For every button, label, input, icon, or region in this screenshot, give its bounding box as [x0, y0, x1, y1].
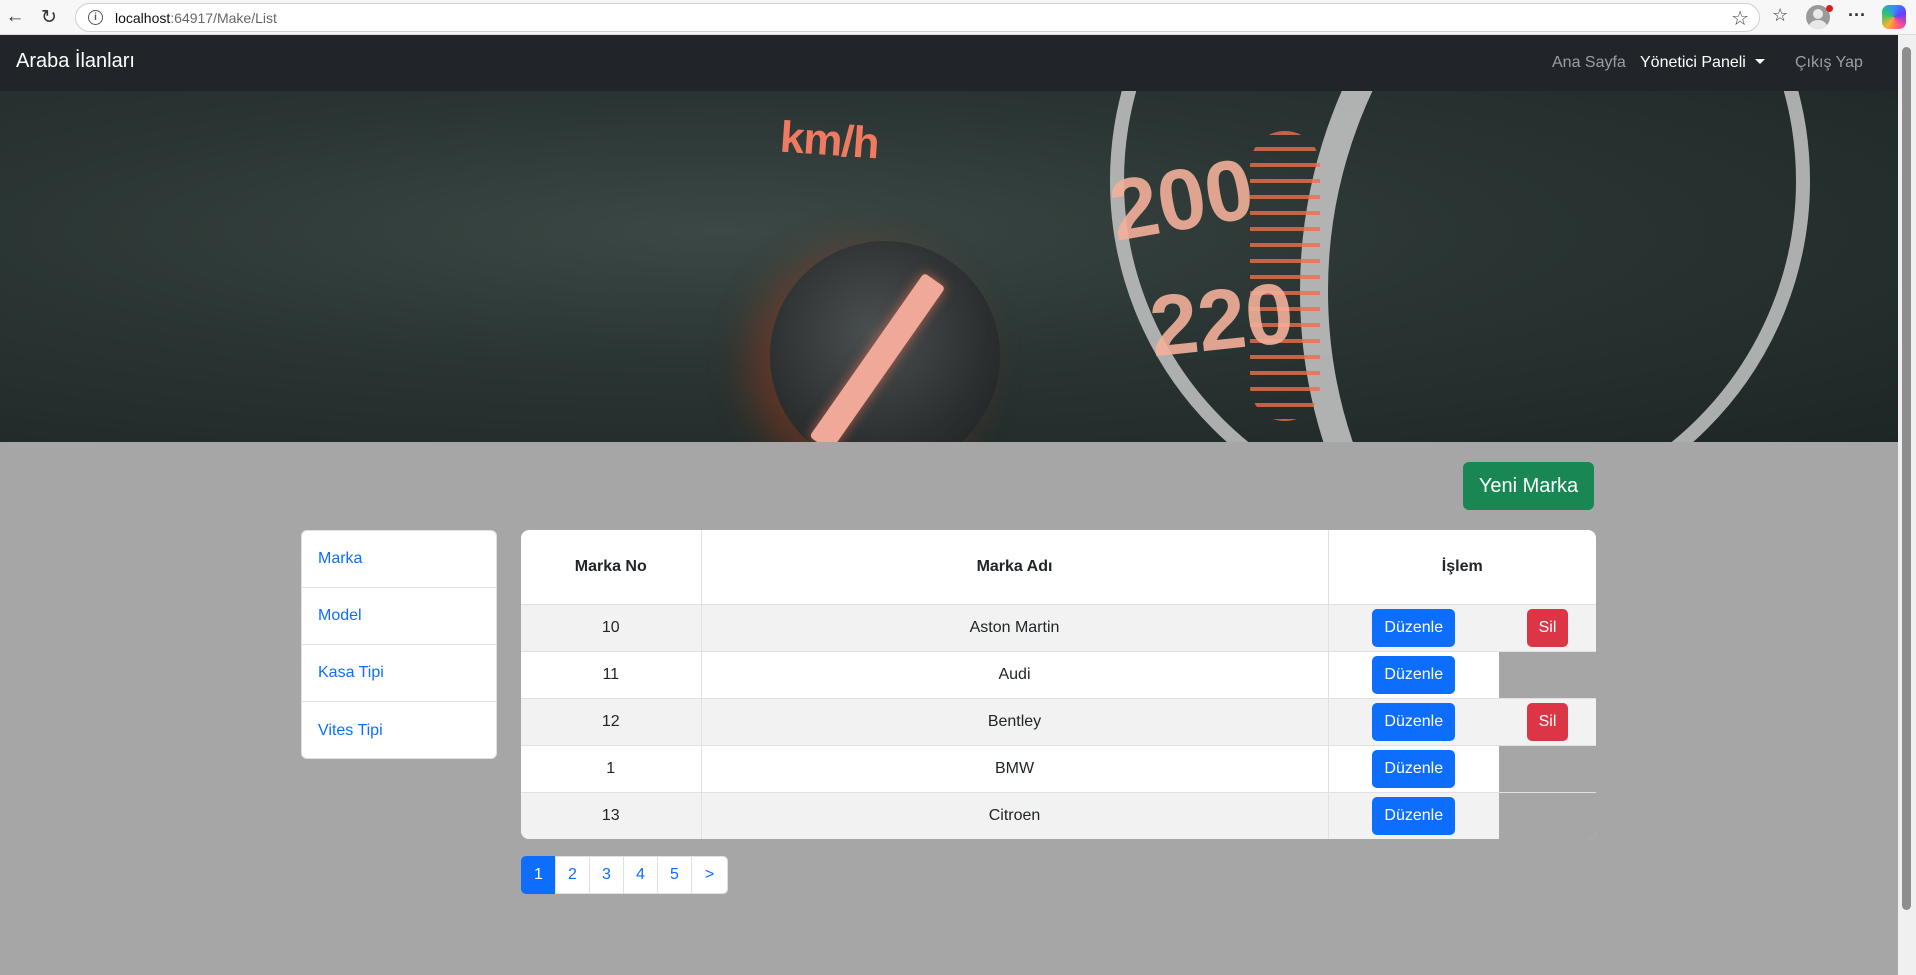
cell-make-no: 11	[521, 651, 702, 699]
table-row: 11 Audi Düzenle	[521, 651, 1596, 699]
cell-make-no: 12	[521, 698, 702, 746]
cell-make-no: 13	[521, 792, 702, 839]
cell-delete-empty	[1499, 792, 1596, 839]
cell-make-name: Aston Martin	[701, 604, 1329, 652]
page-link-next[interactable]: >	[691, 856, 728, 894]
page-link-4[interactable]: 4	[623, 856, 658, 894]
table-header-row: Marka No Marka Adı İşlem	[521, 530, 1596, 605]
cell-make-no: 10	[521, 604, 702, 652]
gauge-number-220: 220	[1145, 264, 1299, 376]
delete-button[interactable]: Sil	[1526, 702, 1569, 741]
browser-toolbar: ← ↻ i localhost:64917/Make/List ☆ ☆ ···	[0, 0, 1916, 35]
cell-make-name: Bentley	[701, 698, 1329, 746]
scrollbar-thumb[interactable]	[1902, 47, 1911, 910]
cell-delete: Sil	[1499, 604, 1596, 652]
admin-sidebar: Marka Model Kasa Tipi Vites Tipi	[301, 530, 497, 759]
cell-edit: Düzenle	[1328, 792, 1499, 839]
nav-admin-panel-label: Yönetici Paneli	[1640, 54, 1746, 71]
nav-admin-panel[interactable]: Yönetici Paneli	[1640, 54, 1765, 72]
header-make-name: Marka Adı	[701, 530, 1329, 605]
speed-unit-label: km/h	[778, 112, 881, 169]
sidebar-item-body-type[interactable]: Kasa Tipi	[302, 645, 496, 702]
dropdown-caret-icon	[1754, 59, 1765, 64]
notification-dot	[1826, 5, 1833, 12]
cell-edit: Düzenle	[1328, 745, 1499, 793]
edit-button[interactable]: Düzenle	[1372, 749, 1456, 788]
edit-button[interactable]: Düzenle	[1372, 608, 1456, 647]
page-link-5[interactable]: 5	[657, 856, 692, 894]
back-arrow-icon[interactable]: ←	[2, 4, 28, 30]
main-navbar: Araba İlanları Ana Sayfa Yönetici Paneli…	[0, 35, 1898, 91]
cell-make-name: BMW	[701, 745, 1329, 793]
sidebar-item-transmission-type[interactable]: Vites Tipi	[302, 702, 496, 758]
edit-button[interactable]: Düzenle	[1372, 702, 1456, 741]
cell-edit: Düzenle	[1328, 698, 1499, 746]
make-table: Marka No Marka Adı İşlem 10 Aston Martin…	[521, 530, 1596, 839]
url-host: localhost	[115, 9, 171, 26]
header-make-no: Marka No	[521, 530, 702, 605]
pagination: 1 2 3 4 5 >	[521, 856, 728, 894]
site-info-icon[interactable]: i	[88, 10, 103, 25]
new-make-button[interactable]: Yeni Marka	[1463, 462, 1594, 510]
cell-make-name: Audi	[701, 651, 1329, 699]
page-link-1[interactable]: 1	[521, 856, 556, 894]
favorite-star-icon[interactable]: ☆	[1731, 6, 1749, 31]
address-bar[interactable]: i localhost:64917/Make/List ☆	[75, 3, 1760, 32]
reload-icon[interactable]: ↻	[36, 4, 62, 30]
cell-delete: Sil	[1499, 698, 1596, 746]
cell-delete-empty	[1499, 745, 1596, 793]
page-link-3[interactable]: 3	[589, 856, 624, 894]
favorites-list-icon[interactable]: ☆	[1772, 5, 1788, 26]
cell-edit: Düzenle	[1328, 651, 1499, 699]
more-options-icon[interactable]: ···	[1848, 5, 1866, 26]
sidebar-item-model[interactable]: Model	[302, 588, 496, 645]
nav-logout[interactable]: Çıkış Yap	[1795, 54, 1863, 72]
nav-home[interactable]: Ana Sayfa	[1552, 54, 1626, 72]
gauge-outer-ring	[1300, 91, 1898, 442]
header-action: İşlem	[1328, 530, 1596, 605]
table-row: 10 Aston Martin Düzenle Sil	[521, 604, 1596, 652]
make-table-container: Marka No Marka Adı İşlem 10 Aston Martin…	[521, 530, 1596, 839]
cell-delete-empty	[1499, 651, 1596, 699]
edit-button[interactable]: Düzenle	[1372, 796, 1456, 835]
cell-make-name: Citroen	[701, 792, 1329, 839]
delete-button[interactable]: Sil	[1526, 608, 1569, 647]
table-row: 13 Citroen Düzenle	[521, 792, 1596, 839]
hero-banner-image: km/h 200 220	[0, 91, 1898, 442]
cell-edit: Düzenle	[1328, 604, 1499, 652]
cell-make-no: 1	[521, 745, 702, 793]
table-row: 1 BMW Düzenle	[521, 745, 1596, 793]
edit-button[interactable]: Düzenle	[1372, 655, 1456, 694]
table-row: 12 Bentley Düzenle Sil	[521, 698, 1596, 746]
page-link-2[interactable]: 2	[555, 856, 590, 894]
copilot-icon[interactable]	[1882, 5, 1906, 29]
sidebar-item-make[interactable]: Marka	[302, 531, 496, 588]
url-path: :64917/Make/List	[170, 9, 277, 26]
brand-logo[interactable]: Araba İlanları	[16, 50, 135, 73]
